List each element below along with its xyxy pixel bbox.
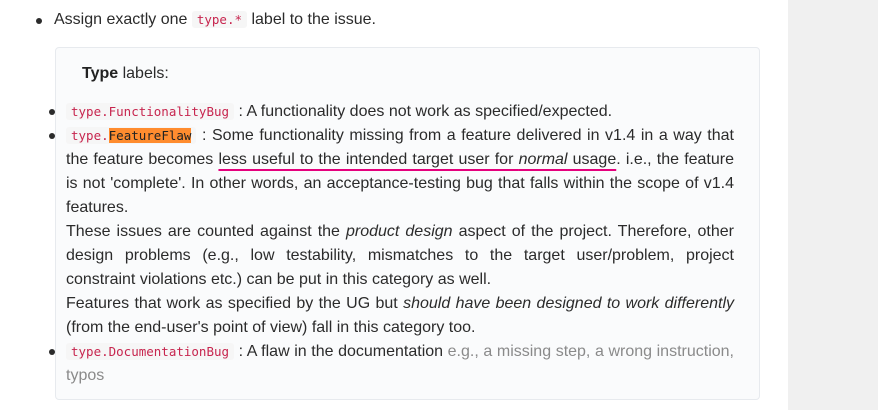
underlined-text-a: less useful to the intended target user …: [218, 151, 519, 168]
label-description: : A functionality does not work as speci…: [238, 103, 613, 120]
list-item-text: type.DocumentationBug : A flaw in the do…: [66, 340, 734, 388]
paragraph-emphasis: should have been designed to work differ…: [403, 295, 735, 312]
label-code: type.FunctionalityBug: [66, 103, 235, 120]
label-code-highlight: FeatureFlaw: [108, 128, 192, 143]
paragraph-text: (from the end-user's point of view) fall…: [66, 319, 476, 336]
bullet-dot: [49, 133, 55, 139]
box-title-rest: labels:: [118, 65, 169, 82]
underlined-text-b: usage: [567, 151, 617, 168]
outer-bullet-item: Assign exactly one type.* label to the i…: [36, 8, 776, 32]
list-item-paragraph: These issues are counted against the pro…: [66, 220, 734, 292]
list-item-feature-flaw: type.FeatureFlaw : Some functionality mi…: [49, 124, 734, 340]
list-item-text: type.FunctionalityBug : A functionality …: [66, 100, 734, 124]
box-title: Type labels:: [82, 62, 169, 86]
document-page: Assign exactly one type.* label to the i…: [0, 0, 788, 410]
underlined-phrase: less useful to the intended target user …: [218, 151, 616, 168]
bullet-dot: [36, 18, 42, 24]
list-item-documentation-bug: type.DocumentationBug : A flaw in the do…: [49, 340, 734, 388]
underlined-emphasis: normal: [518, 151, 568, 168]
label-code: type.FeatureFlaw: [66, 127, 197, 144]
outer-prefix: Assign exactly one: [54, 11, 188, 28]
page-margin: [788, 0, 878, 410]
paragraph-text: Features that work as specified by the U…: [66, 295, 404, 312]
type-labels-list: type.FunctionalityBug : A functionality …: [49, 100, 734, 388]
outer-bullet-text: Assign exactly one type.* label to the i…: [54, 8, 776, 32]
paragraph-text: These issues are counted against the: [66, 223, 346, 240]
box-title-bold: Type: [82, 65, 119, 82]
label-code: type.DocumentationBug: [66, 343, 235, 360]
list-item-text: type.FeatureFlaw : Some functionality mi…: [66, 124, 734, 220]
outer-suffix: label to the issue.: [251, 11, 376, 28]
bullet-dot: [49, 109, 55, 115]
type-wildcard-code: type.*: [191, 11, 248, 28]
label-description: : A flaw in the documentation: [238, 343, 448, 360]
list-item-paragraph: Features that work as specified by the U…: [66, 292, 734, 340]
list-item-functionality-bug: type.FunctionalityBug : A functionality …: [49, 100, 734, 124]
bullet-dot: [49, 349, 55, 355]
paragraph-emphasis: product design: [345, 223, 453, 240]
label-code-prefix: type.: [71, 128, 109, 143]
